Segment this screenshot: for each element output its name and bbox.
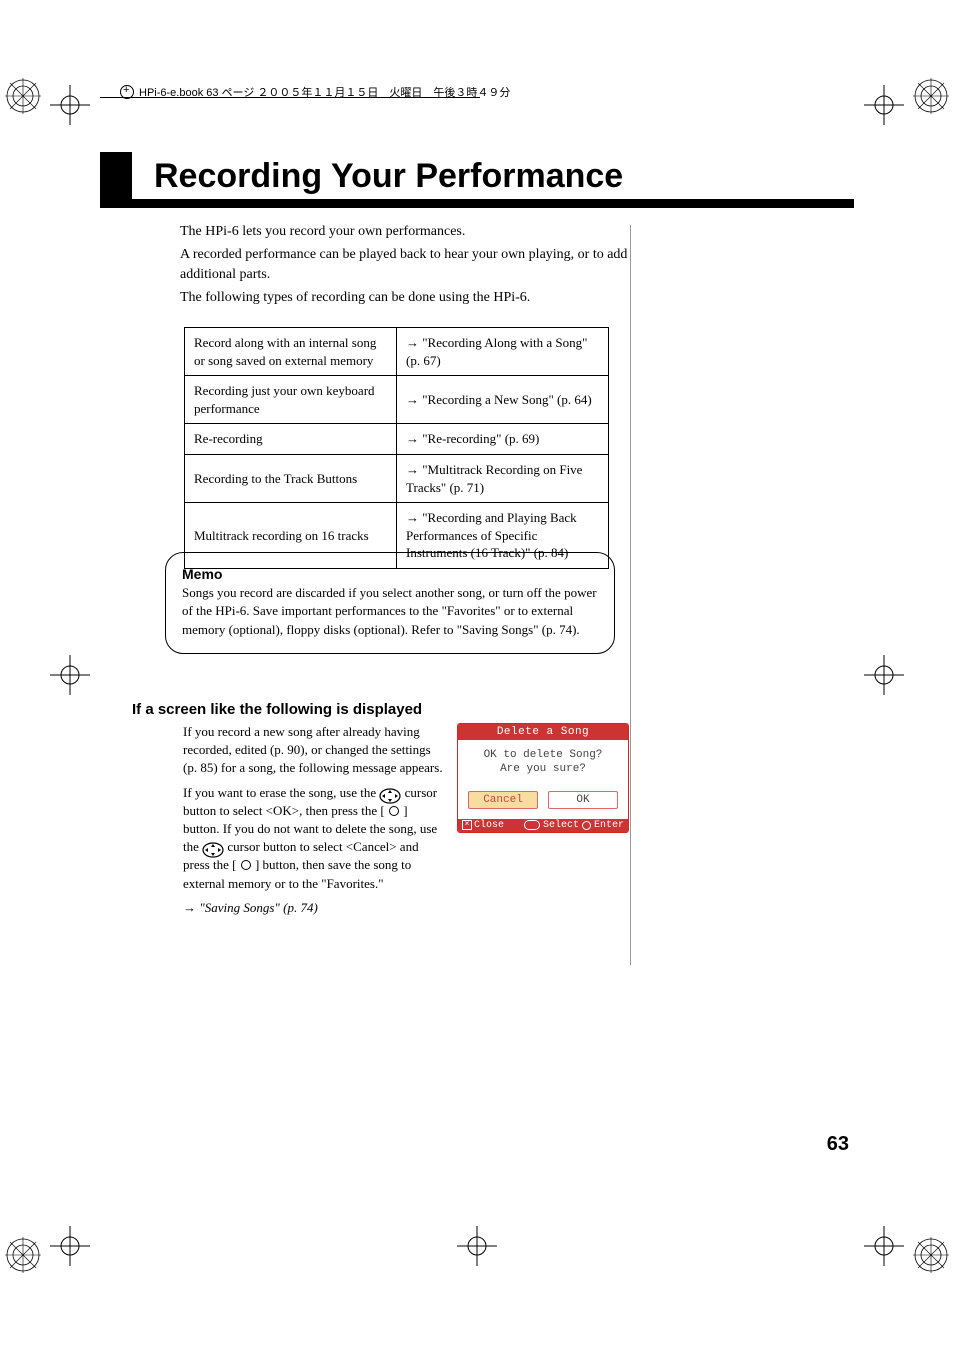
dialog-message: OK to delete Song? Are you sure? [458,740,628,785]
intro-p2: A recorded performance can be played bac… [180,245,628,284]
table-cell: Recording just your own keyboard perform… [185,376,397,424]
dialog-cancel-button: Cancel [468,791,538,809]
memo-box: Memo Songs you record are discarded if y… [165,552,615,654]
intro-p1: The HPi-6 lets you record your own perfo… [180,222,628,241]
page-number: 63 [827,1133,849,1156]
sub-p1: If you record a new song after already h… [183,723,445,778]
cursor-button-icon [202,842,224,858]
circle-button-icon [389,806,399,816]
intro-text: The HPi-6 lets you record your own perfo… [180,222,628,307]
crop-mark-icon [457,1226,497,1266]
circle-button-icon [241,860,251,870]
dialog-footer: ×Close Select Enter [458,819,628,832]
subheading: If a screen like the following is displa… [132,701,422,718]
table-row: Recording just your own keyboard perform… [185,376,609,424]
registration-rosette-icon [5,1237,41,1273]
table-row: Re-recording → "Re-recording" (p. 69) [185,424,609,455]
registration-rosette-icon [913,1237,949,1273]
crop-mark-icon [864,1226,904,1266]
table-cell: → "Recording a New Song" (p. 64) [397,376,609,424]
header-rule [100,97,480,98]
dialog-title: Delete a Song [458,724,628,740]
crop-mark-icon [50,85,90,125]
memo-heading: Memo [182,566,598,582]
cursor-button-icon [379,788,401,804]
table-row: Record along with an internal song or so… [185,328,609,376]
crop-mark-icon [50,655,90,695]
table-cell: Re-recording [185,424,397,455]
table-cell: Recording to the Track Buttons [185,454,397,502]
sub-body: If you record a new song after already h… [183,723,445,923]
sub-p2: If you want to erase the song, use the c… [183,784,445,893]
intro-p3: The following types of recording can be … [180,288,628,307]
crop-mark-icon [50,1226,90,1266]
title-underline [100,199,854,208]
table-cell: → "Re-recording" (p. 69) [397,424,609,455]
main-content: The HPi-6 lets you record your own perfo… [180,222,628,569]
crop-mark-icon [864,85,904,125]
cross-reference: → "Saving Songs" (p. 74) [183,899,445,917]
registration-rosette-icon [5,78,41,114]
circle-icon [582,821,591,830]
table-row: Recording to the Track Buttons → "Multit… [185,454,609,502]
registration-rosette-icon [913,78,949,114]
column-divider [630,225,631,965]
left-right-icon [524,820,540,830]
table-cell: → "Multitrack Recording on Five Tracks" … [397,454,609,502]
recording-types-table: Record along with an internal song or so… [184,327,628,568]
crop-mark-icon [864,655,904,695]
table-cell: → "Recording Along with a Song" (p. 67) [397,328,609,376]
memo-body: Songs you record are discarded if you se… [182,584,598,639]
table-cell: Record along with an internal song or so… [185,328,397,376]
delete-song-dialog: Delete a Song OK to delete Song? Are you… [457,723,629,833]
x-icon: × [462,820,472,830]
dialog-ok-button: OK [548,791,618,809]
